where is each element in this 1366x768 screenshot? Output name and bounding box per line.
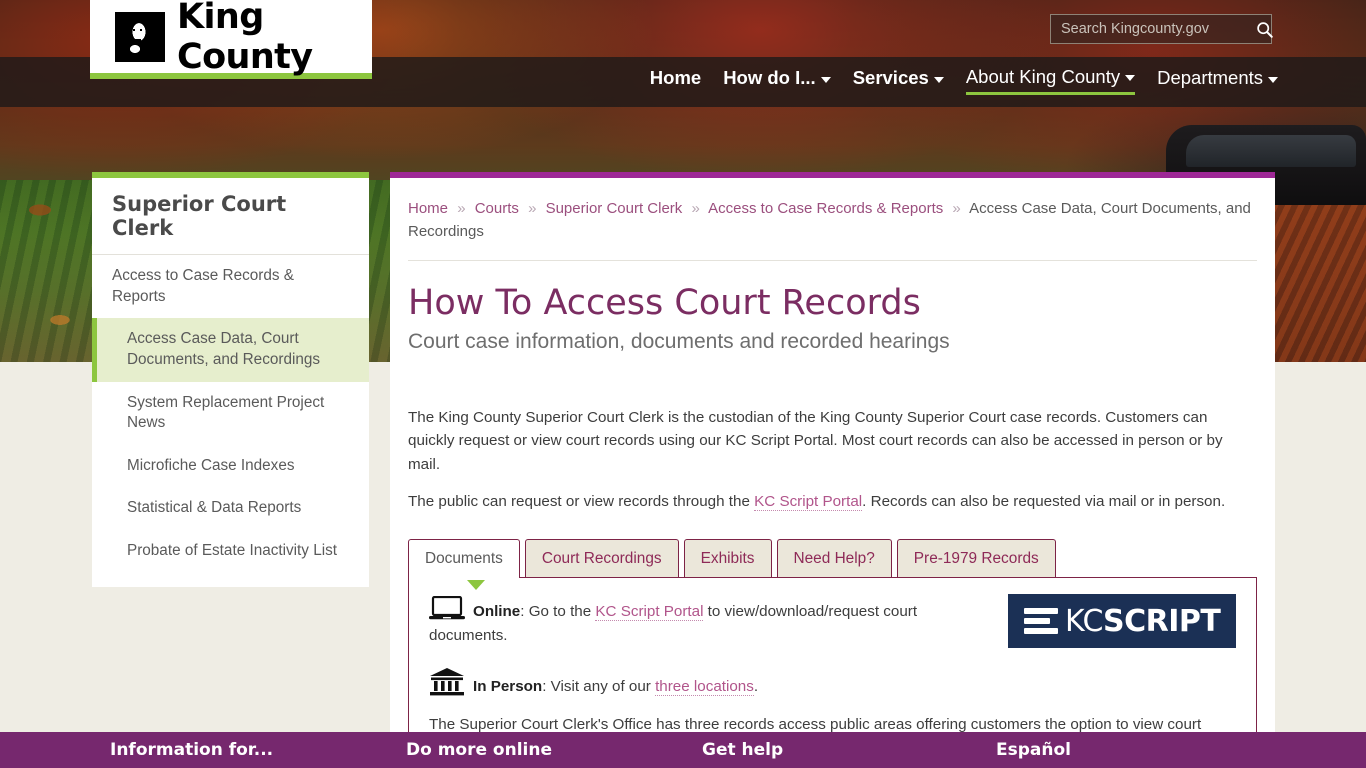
nav-label: About King County bbox=[965, 65, 1121, 87]
nav-label: Home bbox=[649, 67, 702, 88]
site-logo[interactable]: King County bbox=[90, 0, 372, 79]
intro-paragraph-2: The public can request or view records t… bbox=[390, 490, 1275, 513]
breadcrumb-separator-icon: » bbox=[457, 200, 466, 217]
chevron-down-icon bbox=[933, 76, 944, 83]
page-title: How To Access Court Records bbox=[408, 283, 921, 323]
tab-pre-1979-records[interactable]: Pre-1979 Records bbox=[896, 539, 1056, 577]
in-person-post: . bbox=[753, 678, 759, 696]
main-navigation: Home How do I... Services About King Cou… bbox=[650, 62, 1278, 98]
kcscript-part1: KC bbox=[1065, 603, 1103, 639]
nav-label: How do I... bbox=[723, 67, 816, 88]
sidebar-item-label: Statistical & Data Reports bbox=[127, 499, 302, 517]
laptop-icon bbox=[429, 596, 465, 620]
nav-label: Services bbox=[852, 67, 929, 88]
breadcrumb-link-home[interactable]: Home bbox=[408, 200, 448, 217]
paragraph2-pre: The public can request or view records t… bbox=[408, 492, 755, 510]
sidebar-item-label: Access Case Data, Court Documents, and R… bbox=[127, 330, 321, 368]
footer-link-espanol[interactable]: Español bbox=[996, 740, 1071, 760]
sidebar-item-label: Probate of Estate Inactivity List bbox=[127, 542, 338, 560]
footer-link-get-help[interactable]: Get help bbox=[702, 740, 783, 760]
breadcrumb-separator-icon: » bbox=[528, 200, 537, 217]
sidebar-item-statistical-data-reports[interactable]: Statistical & Data Reports bbox=[92, 487, 369, 530]
breadcrumb-link-courts[interactable]: Courts bbox=[475, 200, 519, 217]
sidebar-item-label: Access to Case Records & Reports bbox=[112, 267, 294, 305]
main-content-panel: Home » Courts » Superior Court Clerk » A… bbox=[390, 172, 1275, 740]
mlk-silhouette-icon bbox=[115, 11, 165, 62]
active-tab-marker-icon bbox=[467, 580, 485, 590]
kcscript-part2: SCRIPT bbox=[1102, 603, 1221, 639]
tab-label: Court Recordings bbox=[541, 550, 662, 567]
chevron-down-icon bbox=[1125, 75, 1136, 81]
kcscript-bars-icon bbox=[1024, 608, 1058, 634]
in-person-row: In Person: Visit any of our three locati… bbox=[429, 667, 1236, 699]
page-root: King County Home How do I... Services Ab… bbox=[0, 0, 1366, 768]
site-logo-text: King County bbox=[177, 0, 313, 77]
tab-panel-documents: KCSCRIPT Online: Go to the KC Script Por… bbox=[408, 577, 1257, 740]
in-person-pre: : Visit any of our bbox=[542, 678, 656, 696]
bank-building-icon bbox=[430, 668, 464, 696]
sidebar-title: Superior Court Clerk bbox=[92, 178, 369, 255]
footer-bar: Information for... Do more online Get he… bbox=[0, 732, 1366, 768]
kc-script-portal-link[interactable]: KC Script Portal bbox=[754, 492, 863, 511]
nav-item-home[interactable]: Home bbox=[650, 67, 701, 93]
nav-item-services[interactable]: Services bbox=[853, 67, 944, 93]
in-person-label: In Person bbox=[473, 678, 543, 696]
breadcrumb-link-access-to-case-records[interactable]: Access to Case Records & Reports bbox=[708, 200, 943, 217]
tab-court-recordings[interactable]: Court Recordings bbox=[524, 539, 679, 577]
footer-link-do-more-online[interactable]: Do more online bbox=[406, 740, 552, 760]
sidebar-item-probate-inactivity-list[interactable]: Probate of Estate Inactivity List bbox=[92, 530, 369, 573]
chevron-down-icon bbox=[820, 76, 831, 83]
nav-label: Departments bbox=[1157, 67, 1263, 88]
tab-label: Exhibits bbox=[700, 550, 755, 567]
search-box[interactable] bbox=[1050, 14, 1273, 44]
kcscript-logo: KCSCRIPT bbox=[1008, 594, 1236, 648]
sidebar-item-system-replacement-news[interactable]: System Replacement Project News bbox=[92, 382, 369, 445]
online-pre: : Go to the bbox=[520, 603, 596, 620]
sidebar-item-label: Microfiche Case Indexes bbox=[127, 456, 295, 474]
tab-label: Documents bbox=[425, 550, 503, 567]
breadcrumb-separator-icon: » bbox=[952, 200, 961, 217]
breadcrumb: Home » Courts » Superior Court Clerk » A… bbox=[390, 178, 1275, 243]
chevron-down-icon bbox=[1268, 76, 1278, 83]
search-input[interactable] bbox=[1051, 15, 1256, 43]
nav-item-departments[interactable]: Departments bbox=[1157, 67, 1278, 93]
online-label: Online bbox=[473, 603, 521, 620]
kcscript-wordmark: KCSCRIPT bbox=[1065, 603, 1221, 639]
paragraph2-post: . Records can also be requested via mail… bbox=[862, 492, 1226, 510]
breadcrumb-link-superior-court-clerk[interactable]: Superior Court Clerk bbox=[546, 200, 683, 217]
tab-need-help[interactable]: Need Help? bbox=[776, 539, 892, 577]
online-kc-script-portal-link[interactable]: KC Script Portal bbox=[595, 603, 704, 621]
hero-car-window bbox=[1186, 135, 1356, 167]
sidebar-item-microfiche-case-indexes[interactable]: Microfiche Case Indexes bbox=[92, 445, 369, 488]
sidebar-bottom-spacer bbox=[92, 572, 369, 587]
nav-item-about-king-county[interactable]: About King County bbox=[965, 65, 1136, 95]
sidebar: Superior Court Clerk Access to Case Reco… bbox=[92, 172, 369, 587]
tab-exhibits[interactable]: Exhibits bbox=[683, 539, 772, 577]
three-locations-link[interactable]: three locations bbox=[655, 678, 754, 697]
tab-bar: Documents Court Recordings Exhibits Need… bbox=[390, 539, 1275, 578]
online-row: Online: Go to the KC Script Portal to vi… bbox=[429, 596, 989, 647]
tab-documents[interactable]: Documents bbox=[408, 539, 520, 578]
search-button[interactable] bbox=[1256, 15, 1273, 43]
sidebar-item-access-to-case-records[interactable]: Access to Case Records & Reports bbox=[92, 255, 369, 318]
nav-item-how-do-i[interactable]: How do I... bbox=[723, 67, 831, 93]
page-subtitle: Court case information, documents and re… bbox=[408, 330, 950, 353]
footer-link-information-for[interactable]: Information for... bbox=[110, 740, 273, 760]
breadcrumb-separator-icon: » bbox=[691, 200, 700, 217]
tab-label: Need Help? bbox=[793, 550, 875, 567]
tab-label: Pre-1979 Records bbox=[913, 550, 1039, 567]
search-icon bbox=[1257, 21, 1273, 38]
sidebar-item-label: System Replacement Project News bbox=[127, 393, 325, 432]
intro-paragraph-1: The King County Superior Court Clerk is … bbox=[408, 409, 1223, 473]
sidebar-item-access-case-data[interactable]: Access Case Data, Court Documents, and R… bbox=[92, 318, 369, 382]
